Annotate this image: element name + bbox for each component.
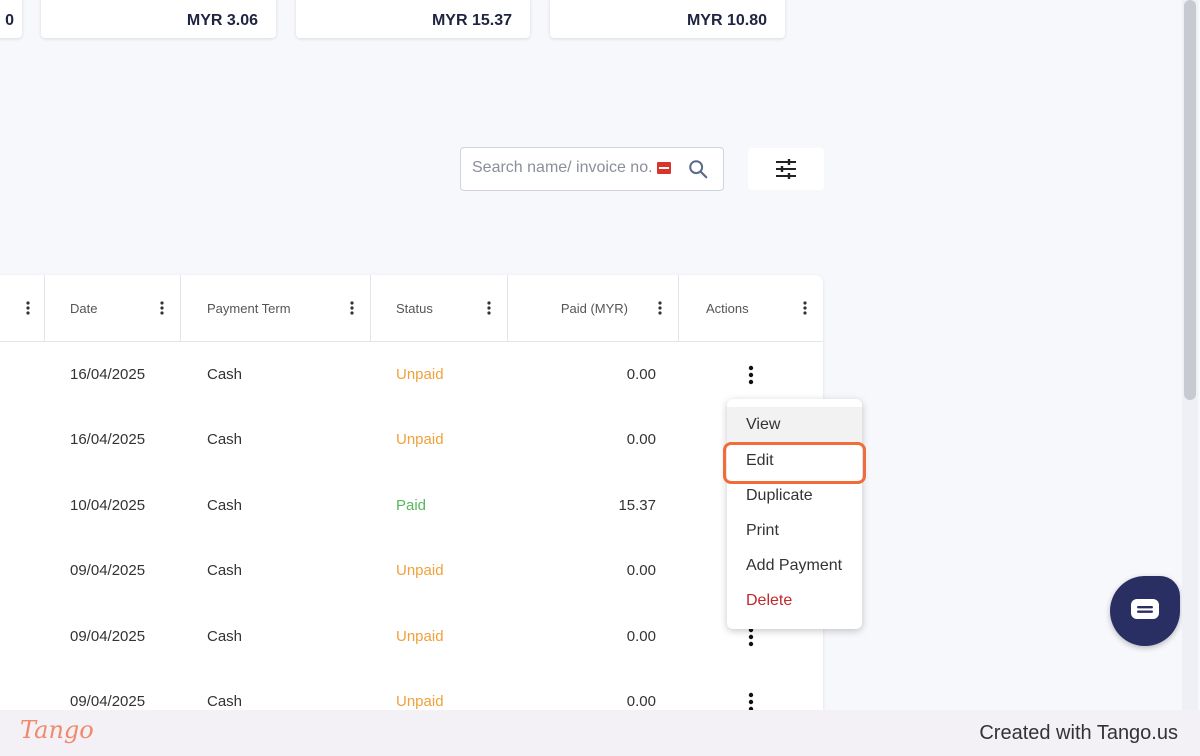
cell-date: 10/04/2025	[70, 497, 146, 514]
cell-payment-term: Cash	[207, 628, 243, 645]
tango-logo: Tango	[20, 716, 94, 744]
edit-highlight-outline	[723, 442, 866, 484]
column-label: Status	[396, 301, 433, 316]
column-header-date[interactable]: Date	[45, 275, 181, 342]
page-scrollbar[interactable]	[1182, 0, 1198, 710]
row-actions-icon[interactable]	[745, 692, 757, 712]
cell-payment-term: Cash	[207, 497, 243, 514]
cell-paid: 0.00	[626, 628, 656, 645]
column-header-actions[interactable]: Actions	[679, 275, 823, 342]
search-icon[interactable]	[687, 158, 709, 180]
column-menu-icon[interactable]	[487, 301, 491, 315]
summary-card-amount: MYR 10.80	[686, 12, 767, 29]
cell-payment-term: Cash	[207, 562, 243, 579]
column-header-payment-term[interactable]: Payment Term	[181, 275, 371, 342]
column-label: Payment Term	[207, 301, 291, 316]
menu-item-add-payment[interactable]: Add Payment	[727, 548, 862, 583]
invoice-table: Date Payment Term Status Paid (MYR) Acti…	[0, 275, 823, 715]
cell-status: Unpaid	[396, 693, 444, 710]
summary-card-amount: MYR 3.06	[186, 12, 258, 29]
cell-payment-term: Cash	[207, 431, 243, 448]
cell-paid: 0.00	[626, 693, 656, 710]
row-actions-icon[interactable]	[745, 627, 757, 647]
table-header: Date Payment Term Status Paid (MYR) Acti…	[0, 275, 823, 342]
cell-status: Unpaid	[396, 431, 444, 448]
search-box[interactable]	[460, 147, 724, 191]
cell-payment-term: Cash	[207, 366, 243, 383]
menu-item-print[interactable]: Print	[727, 513, 862, 548]
tango-footer: Tango Created with Tango.us	[0, 710, 1200, 756]
filter-button[interactable]	[748, 148, 824, 190]
cell-date: 16/04/2025	[70, 366, 146, 383]
row-actions-icon[interactable]	[745, 365, 757, 385]
cell-status: Unpaid	[396, 628, 444, 645]
row-actions-menu: View Edit Duplicate Print Add Payment De…	[727, 399, 862, 629]
footer-credit: Created with Tango.us	[979, 722, 1178, 744]
menu-item-view[interactable]: View	[727, 407, 862, 442]
cell-date: 09/04/2025	[70, 628, 146, 645]
summary-card-amount-partial: 0	[5, 12, 14, 29]
cell-paid: 15.37	[618, 497, 656, 514]
summary-card-amount: MYR 15.37	[431, 12, 512, 29]
column-menu-icon[interactable]	[350, 301, 354, 315]
table-row[interactable]: 16/04/2025 Cash Unpaid 0.00	[0, 342, 823, 407]
column-menu-icon[interactable]	[658, 301, 662, 315]
column-menu-icon[interactable]	[26, 301, 30, 315]
column-header-status[interactable]: Status	[371, 275, 508, 342]
sliders-icon	[776, 159, 796, 179]
column-label: Actions	[706, 301, 749, 316]
cell-status: Unpaid	[396, 562, 444, 579]
cell-date: 16/04/2025	[70, 431, 146, 448]
cell-date: 09/04/2025	[70, 693, 146, 710]
column-header-paid[interactable]: Paid (MYR)	[508, 275, 679, 342]
table-row[interactable]: 09/04/2025 Cash Unpaid 0.00	[0, 604, 823, 669]
chat-button[interactable]	[1110, 576, 1180, 646]
summary-card-2: MYR 15.37	[296, 0, 530, 38]
cell-payment-term: Cash	[207, 693, 243, 710]
chat-icon	[1131, 599, 1159, 619]
table-row[interactable]: 16/04/2025 Cash Unpaid 0.00	[0, 407, 823, 472]
search-input[interactable]	[472, 159, 662, 177]
cell-status: Paid	[396, 497, 427, 514]
menu-item-delete[interactable]: Delete	[727, 583, 862, 618]
summary-card-partial: 0	[0, 0, 22, 38]
cell-paid: 0.00	[626, 366, 656, 383]
scrollbar-thumb[interactable]	[1184, 0, 1196, 400]
summary-card-3: MYR 10.80	[550, 0, 785, 38]
table-row[interactable]: 09/04/2025 Cash Unpaid 0.00	[0, 538, 823, 603]
column-menu-icon[interactable]	[160, 301, 164, 315]
column-header-partial	[0, 275, 45, 342]
summary-card-1: MYR 3.06	[41, 0, 276, 38]
keyboard-icon	[657, 162, 671, 174]
table-row[interactable]: 10/04/2025 Cash Paid 15.37	[0, 473, 823, 538]
cell-status: Unpaid	[396, 366, 444, 383]
column-menu-icon[interactable]	[803, 301, 807, 315]
cell-paid: 0.00	[626, 562, 656, 579]
column-label: Paid (MYR)	[560, 301, 628, 316]
table-row[interactable]: 09/04/2025 Cash Unpaid 0.00	[0, 669, 823, 715]
column-label: Date	[70, 301, 98, 316]
cell-date: 09/04/2025	[70, 562, 146, 579]
cell-paid: 0.00	[626, 431, 656, 448]
